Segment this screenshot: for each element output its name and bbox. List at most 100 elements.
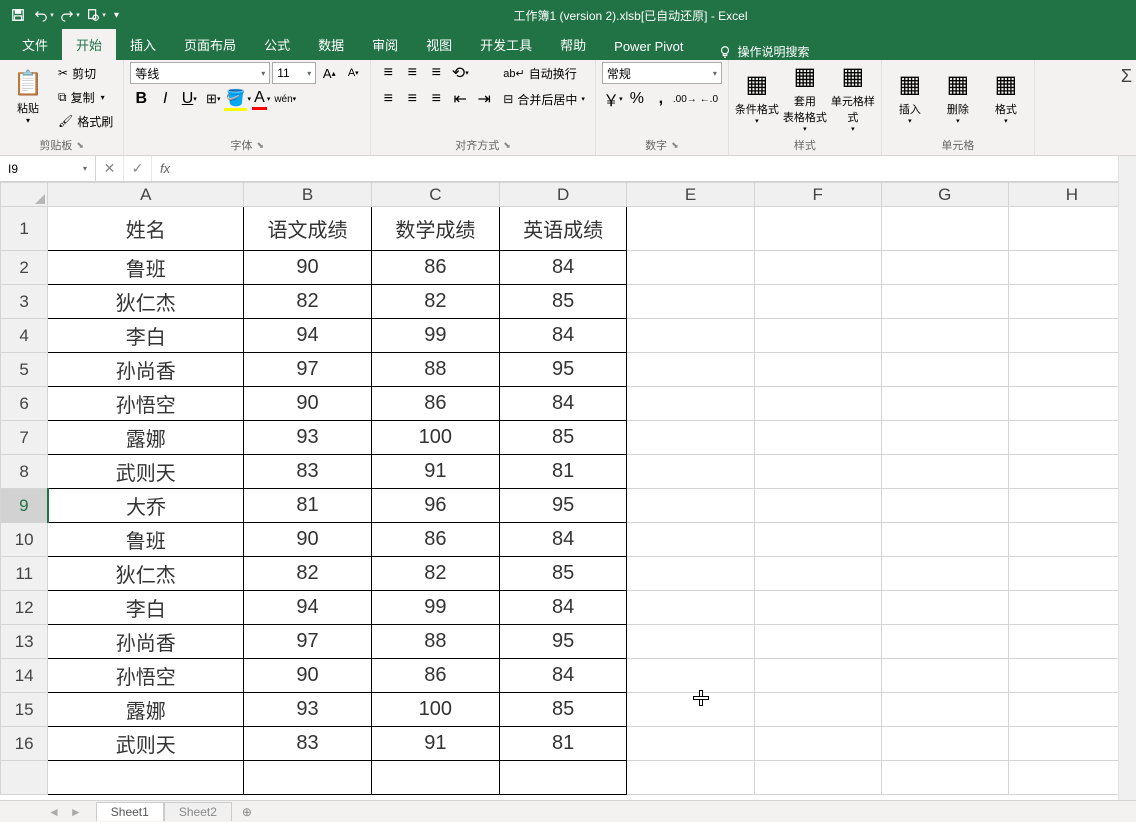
cell-C17[interactable] bbox=[371, 761, 499, 795]
cell-D5[interactable]: 95 bbox=[499, 353, 627, 387]
format-cells-button[interactable]: ▦格式▾ bbox=[984, 62, 1028, 132]
cell-E2[interactable] bbox=[627, 251, 754, 285]
delete-cells-button[interactable]: ▦删除▾ bbox=[936, 62, 980, 132]
col-head-H[interactable]: H bbox=[1008, 183, 1135, 207]
undo-icon[interactable]: ▾ bbox=[32, 3, 56, 27]
align-center-button[interactable]: ≡ bbox=[401, 88, 423, 110]
row-head-16[interactable]: 16 bbox=[1, 727, 48, 761]
cell-C5[interactable]: 88 bbox=[371, 353, 499, 387]
cell-A12[interactable]: 李白 bbox=[48, 591, 244, 625]
cell-C14[interactable]: 86 bbox=[371, 659, 499, 693]
cell-E5[interactable] bbox=[627, 353, 754, 387]
cell-C12[interactable]: 99 bbox=[371, 591, 499, 625]
vertical-scrollbar[interactable] bbox=[1118, 156, 1136, 800]
align-bottom-button[interactable]: ≡ bbox=[425, 62, 447, 84]
cell-G17[interactable] bbox=[881, 761, 1008, 795]
cell-B8[interactable]: 83 bbox=[244, 455, 372, 489]
cell-A6[interactable]: 孙悟空 bbox=[48, 387, 244, 421]
cell-B10[interactable]: 90 bbox=[244, 523, 372, 557]
row-head-11[interactable]: 11 bbox=[1, 557, 48, 591]
cell-G1[interactable] bbox=[881, 207, 1008, 251]
cell-E13[interactable] bbox=[627, 625, 754, 659]
cell-G16[interactable] bbox=[881, 727, 1008, 761]
sheet-tab-1[interactable]: Sheet1 bbox=[96, 802, 164, 821]
cell-H9[interactable] bbox=[1008, 489, 1135, 523]
cell-F8[interactable] bbox=[754, 455, 881, 489]
cell-E16[interactable] bbox=[627, 727, 754, 761]
accounting-format-button[interactable]: ￥▾ bbox=[602, 88, 624, 110]
cell-F17[interactable] bbox=[754, 761, 881, 795]
italic-button[interactable]: I bbox=[154, 88, 176, 110]
cell-D11[interactable]: 85 bbox=[499, 557, 627, 591]
row-head-4[interactable]: 4 bbox=[1, 319, 48, 353]
cell-A9[interactable]: 大乔 bbox=[48, 489, 244, 523]
comma-format-button[interactable]: , bbox=[650, 88, 672, 110]
cell-B3[interactable]: 82 bbox=[244, 285, 372, 319]
cell-D10[interactable]: 84 bbox=[499, 523, 627, 557]
cell-H1[interactable] bbox=[1008, 207, 1135, 251]
copy-button[interactable]: ⧉复制▾ bbox=[54, 86, 117, 108]
cell-D17[interactable] bbox=[499, 761, 627, 795]
cell-F11[interactable] bbox=[754, 557, 881, 591]
cell-E6[interactable] bbox=[627, 387, 754, 421]
font-color-button[interactable]: A▾ bbox=[250, 88, 272, 110]
cell-B17[interactable] bbox=[244, 761, 372, 795]
row-head-14[interactable]: 14 bbox=[1, 659, 48, 693]
cell-F12[interactable] bbox=[754, 591, 881, 625]
cell-F15[interactable] bbox=[754, 693, 881, 727]
number-launcher-icon[interactable]: ⬊ bbox=[671, 140, 679, 151]
cell-C8[interactable]: 91 bbox=[371, 455, 499, 489]
cell-H15[interactable] bbox=[1008, 693, 1135, 727]
cell-H2[interactable] bbox=[1008, 251, 1135, 285]
cell-G10[interactable] bbox=[881, 523, 1008, 557]
cell-B6[interactable]: 90 bbox=[244, 387, 372, 421]
cell-E9[interactable] bbox=[627, 489, 754, 523]
cell-C15[interactable]: 100 bbox=[371, 693, 499, 727]
cell-A15[interactable]: 露娜 bbox=[48, 693, 244, 727]
select-all-corner[interactable] bbox=[1, 183, 48, 207]
cell-D9[interactable]: 95 bbox=[499, 489, 627, 523]
cell-G5[interactable] bbox=[881, 353, 1008, 387]
cell-A8[interactable]: 武则天 bbox=[48, 455, 244, 489]
col-head-F[interactable]: F bbox=[754, 183, 881, 207]
font-family-combo[interactable]: 等线▾ bbox=[130, 62, 270, 84]
cell-B2[interactable]: 90 bbox=[244, 251, 372, 285]
cell-H17[interactable] bbox=[1008, 761, 1135, 795]
cell-E4[interactable] bbox=[627, 319, 754, 353]
cell-D12[interactable]: 84 bbox=[499, 591, 627, 625]
row-head-7[interactable]: 7 bbox=[1, 421, 48, 455]
cell-C4[interactable]: 99 bbox=[371, 319, 499, 353]
increase-font-button[interactable]: A▴ bbox=[318, 62, 340, 84]
cell-H16[interactable] bbox=[1008, 727, 1135, 761]
cell-C7[interactable]: 100 bbox=[371, 421, 499, 455]
row-head-12[interactable]: 12 bbox=[1, 591, 48, 625]
cell-G8[interactable] bbox=[881, 455, 1008, 489]
align-left-button[interactable]: ≡ bbox=[377, 88, 399, 110]
tab-review[interactable]: 审阅 bbox=[358, 29, 412, 60]
cell-F1[interactable] bbox=[754, 207, 881, 251]
row-head-17[interactable] bbox=[1, 761, 48, 795]
cell-A7[interactable]: 露娜 bbox=[48, 421, 244, 455]
format-painter-button[interactable]: 🖌格式刷 bbox=[54, 110, 117, 132]
cell-G6[interactable] bbox=[881, 387, 1008, 421]
cell-H7[interactable] bbox=[1008, 421, 1135, 455]
cell-D6[interactable]: 84 bbox=[499, 387, 627, 421]
cell-C11[interactable]: 82 bbox=[371, 557, 499, 591]
cell-A10[interactable]: 鲁班 bbox=[48, 523, 244, 557]
fill-color-button[interactable]: 🪣▾ bbox=[226, 88, 248, 110]
increase-indent-button[interactable]: ⇥ bbox=[473, 88, 495, 110]
cell-E1[interactable] bbox=[627, 207, 754, 251]
row-head-2[interactable]: 2 bbox=[1, 251, 48, 285]
wrap-text-button[interactable]: ab↵自动换行 bbox=[499, 62, 589, 84]
align-middle-button[interactable]: ≡ bbox=[401, 62, 423, 84]
cell-A11[interactable]: 狄仁杰 bbox=[48, 557, 244, 591]
cell-C2[interactable]: 86 bbox=[371, 251, 499, 285]
cell-F10[interactable] bbox=[754, 523, 881, 557]
number-format-combo[interactable]: 常规▾ bbox=[602, 62, 722, 84]
decrease-indent-button[interactable]: ⇤ bbox=[449, 88, 471, 110]
cell-G9[interactable] bbox=[881, 489, 1008, 523]
cell-A4[interactable]: 李白 bbox=[48, 319, 244, 353]
cell-H4[interactable] bbox=[1008, 319, 1135, 353]
cell-B5[interactable]: 97 bbox=[244, 353, 372, 387]
cell-F5[interactable] bbox=[754, 353, 881, 387]
